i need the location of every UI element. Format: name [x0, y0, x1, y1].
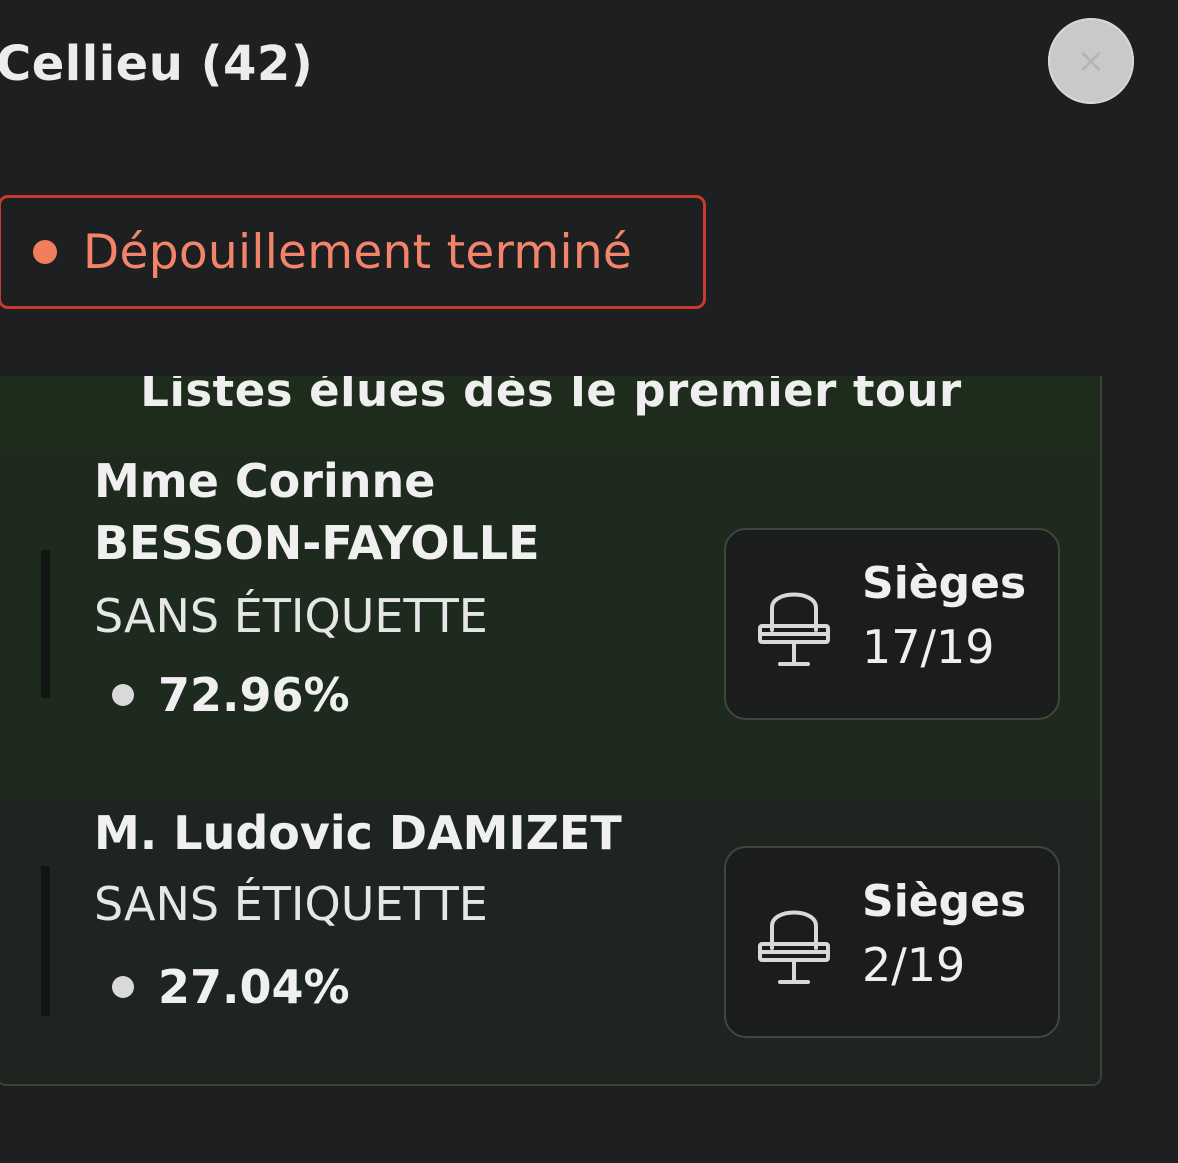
candidate-percentage: 27.04%	[112, 960, 350, 1014]
close-icon: ×	[1076, 41, 1106, 81]
candidate-party: SANS ÉTIQUETTE	[94, 877, 488, 931]
bullet-icon	[112, 976, 134, 998]
results-header-title: Listes élues dès le premier tour	[140, 376, 962, 417]
seats-value: 17/19	[862, 620, 995, 674]
percentage-value: 27.04%	[158, 960, 350, 1014]
seats-box: Sièges 17/19	[724, 528, 1060, 720]
bullet-icon	[112, 684, 134, 706]
close-button[interactable]: ×	[1048, 18, 1134, 104]
commune-title: Cellieu (42)	[0, 36, 314, 92]
results-header: Listes élues dès le premier tour	[0, 376, 1100, 450]
chair-icon	[758, 592, 830, 666]
status-badge: Dépouillement terminé	[0, 195, 706, 309]
percentage-value: 72.96%	[158, 668, 350, 722]
results-card: Listes élues dès le premier tour Mme Cor…	[0, 376, 1102, 1086]
candidate-name: Mme Corinne BESSON-FAYOLLE	[94, 454, 540, 570]
seats-box: Sièges 2/19	[724, 846, 1060, 1038]
status-label: Dépouillement terminé	[83, 224, 633, 280]
list-color-bar	[41, 866, 50, 1016]
candidate-row[interactable]: Mme Corinne BESSON-FAYOLLE SANS ÉTIQUETT…	[0, 450, 1100, 800]
chair-icon	[758, 910, 830, 984]
seats-label: Sièges	[862, 558, 1027, 609]
seats-label: Sièges	[862, 876, 1027, 927]
candidate-name: M. Ludovic DAMIZET	[94, 806, 622, 860]
list-color-bar	[41, 550, 50, 698]
status-dot-icon	[33, 240, 57, 264]
candidate-row[interactable]: M. Ludovic DAMIZET SANS ÉTIQUETTE 27.04%…	[0, 800, 1100, 1084]
seats-value: 2/19	[862, 938, 966, 992]
election-result-panel: Cellieu (42) × Dépouillement terminé Lis…	[0, 0, 1178, 1163]
candidate-party: SANS ÉTIQUETTE	[94, 589, 488, 643]
candidate-percentage: 72.96%	[112, 668, 350, 722]
